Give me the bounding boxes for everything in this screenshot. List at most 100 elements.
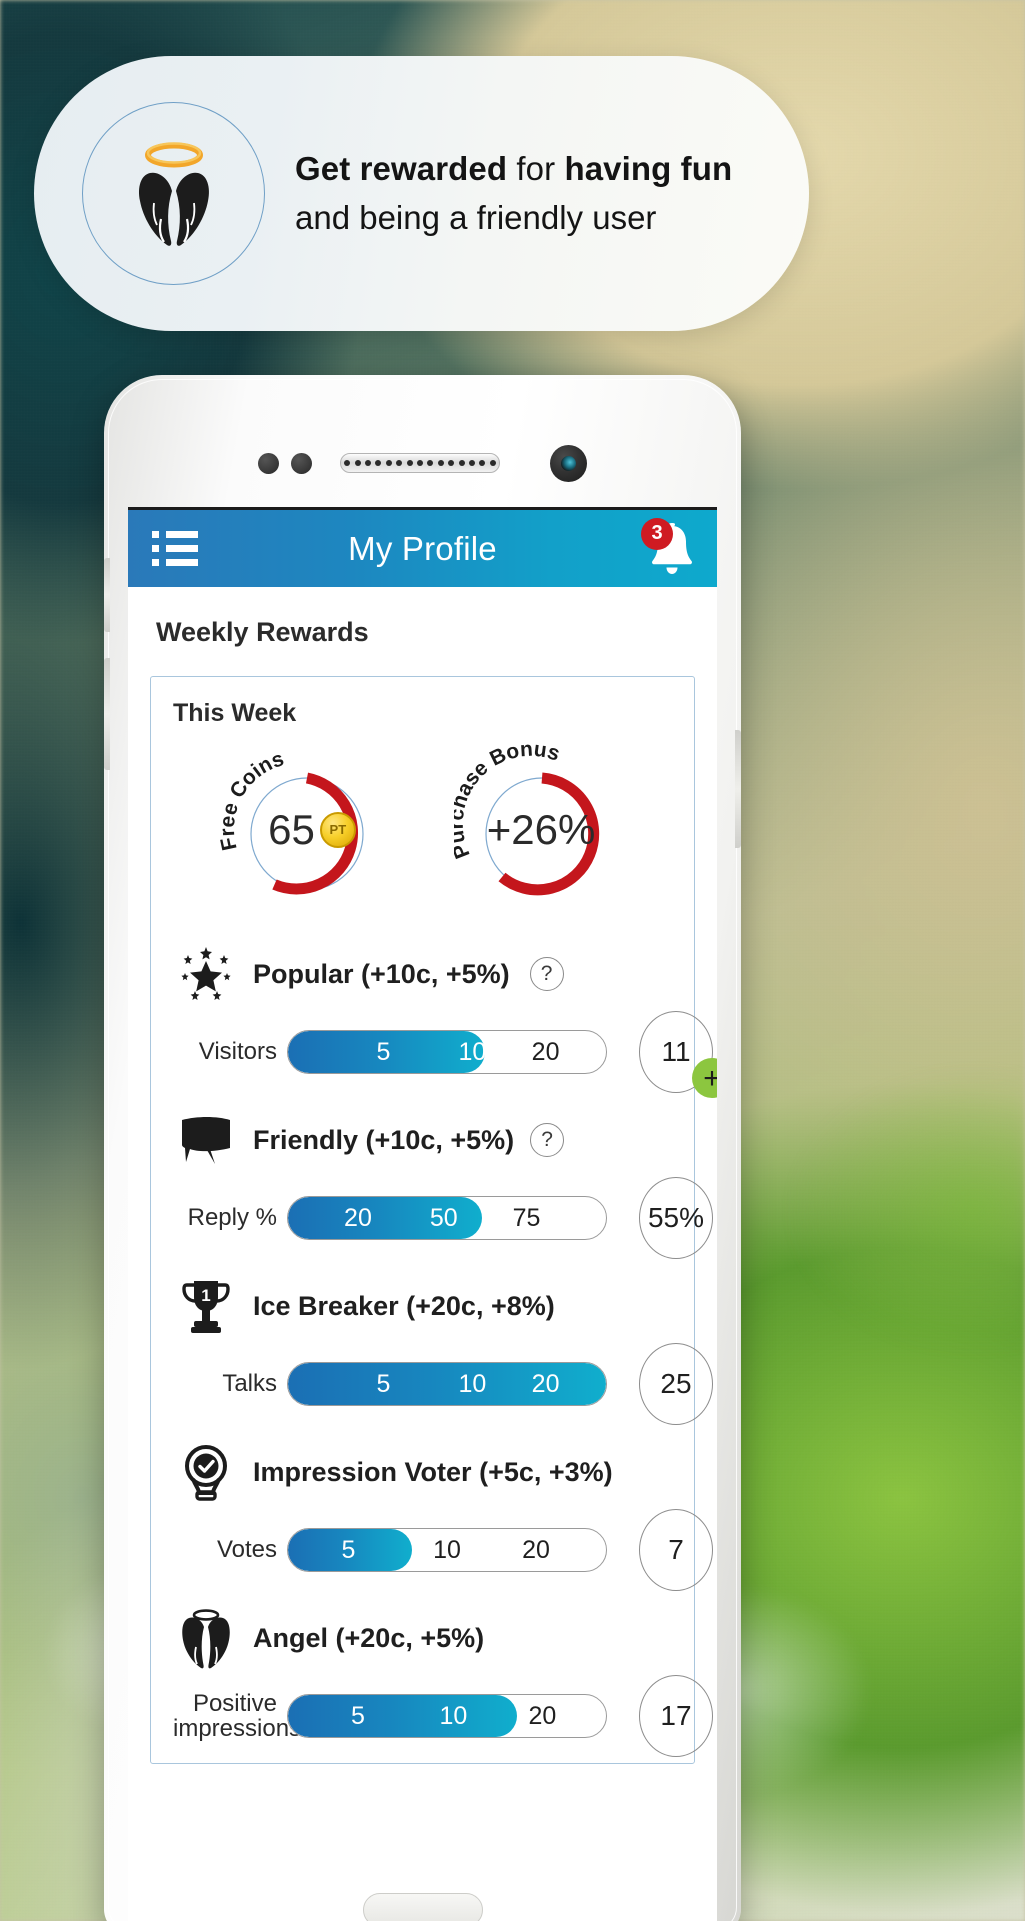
free-coins-value: 65 xyxy=(268,805,315,853)
star-burst-icon xyxy=(175,943,237,1005)
progress-ticks: 5 10 20 xyxy=(288,1363,606,1405)
banner-headline-lead: Get rewarded xyxy=(295,149,508,187)
hamburger-dot-1 xyxy=(152,531,159,538)
reward-title-text: Friendly xyxy=(253,1124,359,1155)
free-coins-gauge: Free Coins 65 PT xyxy=(217,742,392,917)
hamburger-dot-3 xyxy=(152,559,159,566)
metric-label: Visitors xyxy=(198,1038,277,1066)
reward-row-popular: Popular (+10c, +5%) ? Visitors 5 10 20 1… xyxy=(151,933,717,1099)
reward-progress-line: Reply % 20 50 75 55% xyxy=(151,1171,713,1259)
reward-title-text: Impression Voter xyxy=(253,1456,472,1487)
hamburger-dot-2 xyxy=(152,545,159,552)
progress-ticks: 5 10 20 xyxy=(288,1031,606,1073)
banner-headline-mid: for xyxy=(507,149,565,187)
reward-title-text: Ice Breaker xyxy=(253,1290,399,1321)
purchase-bonus-value: +26% xyxy=(486,805,596,853)
reward-amount: (+5c, +3%) xyxy=(479,1456,613,1487)
notifications-button[interactable]: 3 xyxy=(641,517,697,577)
reward-row-impression-voter: Impression Voter (+5c, +3%) Votes 5 10 2… xyxy=(151,1431,713,1597)
progress-ticks: 20 50 75 xyxy=(288,1197,606,1239)
reward-amount: (+10c, +5%) xyxy=(365,1124,515,1155)
reward-amount: (+20c, +8%) xyxy=(406,1290,555,1321)
tick-3: 75 xyxy=(512,1203,541,1232)
reward-title: Friendly (+10c, +5%) xyxy=(253,1125,514,1156)
progress-ticks: 5 10 20 xyxy=(288,1529,606,1571)
reward-value-text: 55% xyxy=(647,1202,705,1233)
progress-track[interactable]: 5 10 20 xyxy=(287,1528,607,1572)
progress-track[interactable]: 20 50 75 xyxy=(287,1196,607,1240)
angel-wings-icon xyxy=(175,1607,237,1669)
purchase-bonus-gauge: Purchase Bonus +26% xyxy=(454,742,629,917)
purchase-bonus-gauge-center: +26% xyxy=(454,742,629,917)
reward-row-friendly: Friendly (+10c, +5%) ? Reply % 20 50 75 … xyxy=(151,1099,713,1265)
tick-2: 10 xyxy=(439,1701,468,1730)
metric-label: Reply % xyxy=(187,1204,277,1232)
tick-3: 20 xyxy=(528,1701,557,1730)
reward-amount: (+20c, +5%) xyxy=(335,1622,485,1653)
progress-track[interactable]: 5 10 20 xyxy=(287,1362,607,1406)
tick-1: 5 xyxy=(376,1369,391,1398)
gauge-group: Free Coins 65 PT ase Bonus +26% xyxy=(151,742,694,929)
progress-track[interactable]: 5 10 20 xyxy=(287,1030,607,1074)
banner-text: Get rewarded for having fun and being a … xyxy=(295,148,732,239)
add-button[interactable]: + xyxy=(692,1058,717,1098)
reward-title-text: Popular xyxy=(253,958,354,989)
app-bar: My Profile 3 xyxy=(128,510,717,587)
promo-banner: Get rewarded for having fun and being a … xyxy=(34,56,809,331)
metric-label: Votes xyxy=(216,1536,277,1564)
reward-header: Impression Voter (+5c, +3%) xyxy=(151,1441,694,1503)
banner-subline: and being a friendly user xyxy=(295,199,657,236)
hamburger-line-3 xyxy=(166,559,198,566)
phone-button-left-2 xyxy=(104,658,110,770)
reward-progress-line: Talks 5 10 20 25 xyxy=(151,1337,713,1425)
help-icon[interactable]: ? xyxy=(529,957,564,991)
tick-2: 50 xyxy=(429,1203,458,1232)
reward-header: Friendly (+10c, +5%) ? xyxy=(151,1109,694,1171)
free-coins-gauge-center: 65 PT xyxy=(217,742,392,917)
this-week-card: This Week Free Coins 65 PT ase Bonus +26… xyxy=(150,676,717,1764)
points-coin-icon: PT xyxy=(319,811,356,848)
hamburger-line-1 xyxy=(166,531,198,538)
banner-headline-strong: having fun xyxy=(564,149,733,187)
tick-3: 20 xyxy=(531,1037,560,1066)
banner-headline: Get rewarded for having fun xyxy=(295,148,732,190)
reward-header: Popular (+10c, +5%) ? xyxy=(151,943,694,1005)
app-screen: My Profile 3 Weekly Rewards This Week Fr… xyxy=(128,507,717,1921)
tick-2: 10 xyxy=(433,1535,461,1564)
reward-title: Popular (+10c, +5%) xyxy=(253,959,510,990)
help-icon[interactable]: ? xyxy=(530,1123,565,1157)
reward-rows: Popular (+10c, +5%) ? Visitors 5 10 20 1… xyxy=(151,929,717,1763)
reward-title: Angel (+20c, +5%) xyxy=(253,1623,484,1654)
reward-progress-line: Votes 5 10 20 7 xyxy=(151,1503,713,1591)
progress-ticks: 5 10 20 xyxy=(288,1695,606,1737)
angel-wings-halo-icon xyxy=(138,141,209,246)
reward-value: 11 + xyxy=(639,1011,717,1098)
reward-value-text: 17 xyxy=(660,1700,692,1731)
screenshot-root: Get rewarded for having fun and being a … xyxy=(0,0,1025,1921)
tick-1: 5 xyxy=(376,1037,391,1066)
phone-mockup: My Profile 3 Weekly Rewards This Week Fr… xyxy=(104,375,741,1921)
reward-header: 1 Ice Breaker (+20c, +8%) xyxy=(151,1275,694,1337)
metric-label: Positive impressions xyxy=(173,1689,302,1742)
reward-value: 7 xyxy=(639,1509,713,1591)
svg-text:1: 1 xyxy=(201,1286,210,1305)
reward-title: Impression Voter (+5c, +3%) xyxy=(253,1457,613,1488)
reward-row-ice-breaker: 1 Ice Breaker (+20c, +8%) Talks 5 10 20 … xyxy=(151,1265,713,1431)
reward-value: 25 xyxy=(639,1343,713,1425)
reward-value: 55% xyxy=(639,1177,713,1259)
reward-title-text: Angel xyxy=(253,1622,329,1653)
reward-progress-line: Positive impressions 5 10 20 17 xyxy=(151,1669,713,1757)
progress-track[interactable]: 5 10 20 xyxy=(287,1694,607,1738)
tick-2: 10 xyxy=(458,1369,487,1398)
section-title: Weekly Rewards xyxy=(156,617,369,647)
card-title: This Week xyxy=(173,699,297,727)
reward-row-angel: Angel (+20c, +5%) Positive impressions 5… xyxy=(151,1597,713,1763)
reward-value-text: 7 xyxy=(668,1534,684,1565)
phone-button-left-1 xyxy=(104,558,110,632)
notification-badge: 3 xyxy=(641,517,673,550)
hamburger-line-2 xyxy=(166,545,198,552)
menu-button[interactable] xyxy=(152,531,198,566)
trophy-icon: 1 xyxy=(175,1275,237,1337)
tick-1: 5 xyxy=(351,1701,365,1730)
check-badge-icon xyxy=(175,1441,237,1503)
